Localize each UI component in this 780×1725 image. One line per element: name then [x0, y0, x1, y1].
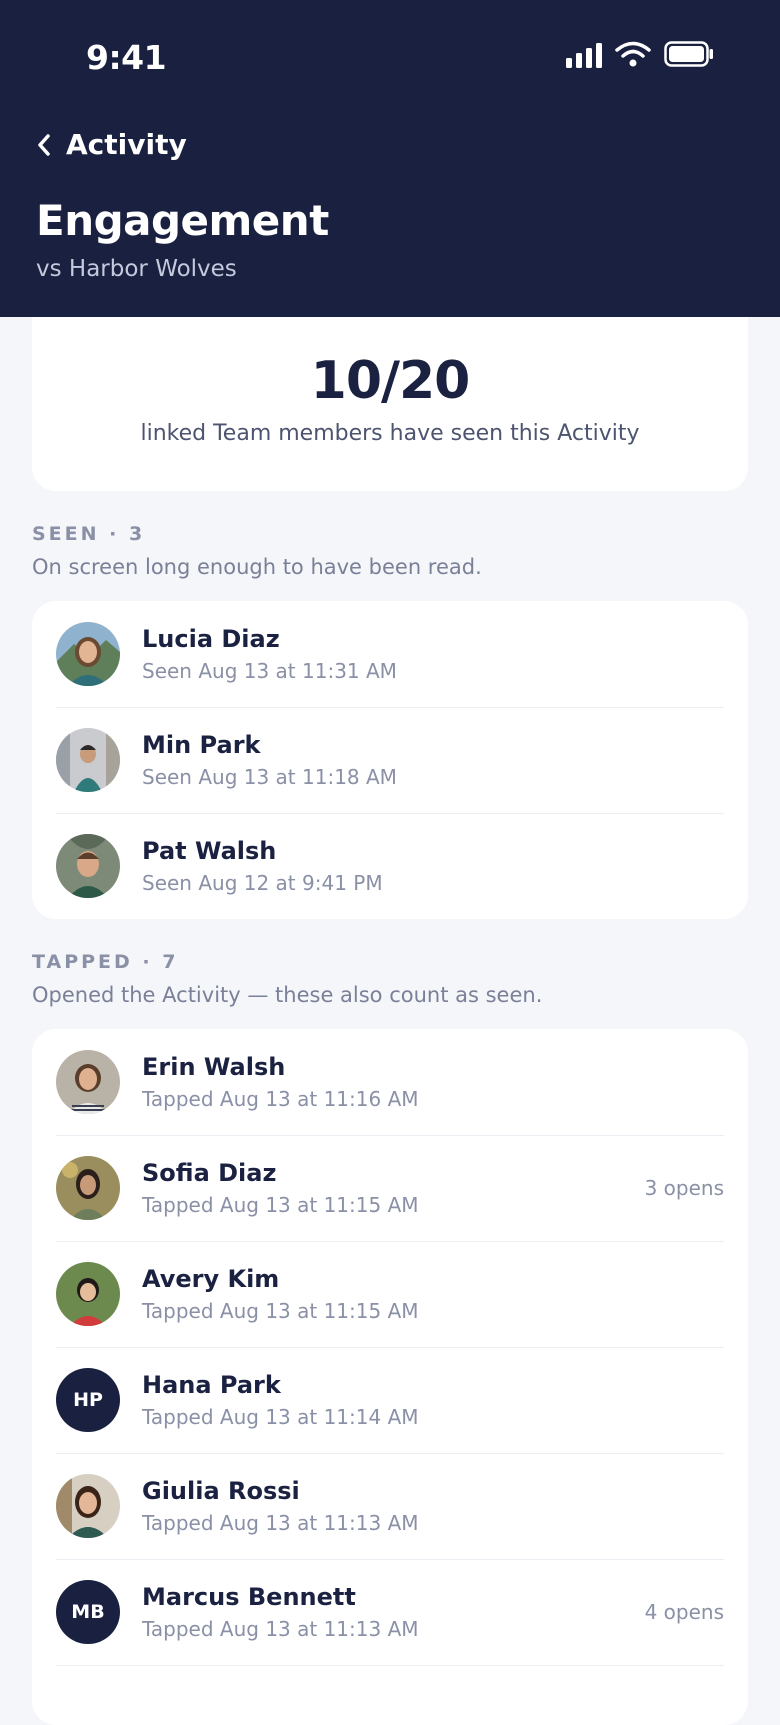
page-subtitle: vs Harbor Wolves	[36, 256, 237, 282]
summary-caption: linked Team members have seen this Activ…	[140, 421, 640, 446]
member-name: Giulia Rossi	[142, 1477, 300, 1505]
avatar: MB	[56, 1580, 120, 1644]
avatar	[56, 1474, 120, 1538]
wifi-icon	[615, 41, 651, 67]
member-name: Avery Kim	[142, 1265, 280, 1293]
avatar	[56, 622, 120, 686]
list-item[interactable]: Giulia Rossi Tapped Aug 13 at 11:13 AM	[32, 1453, 748, 1559]
member-name: Pat Walsh	[142, 837, 277, 865]
member-detail: Tapped Aug 13 at 11:15 AM	[142, 1193, 419, 1217]
list-item[interactable]: HP Hana Park Tapped Aug 13 at 11:14 AM	[32, 1347, 748, 1453]
member-name: Marcus Bennett	[142, 1583, 356, 1611]
avatar	[56, 1262, 120, 1326]
status-icons	[566, 40, 714, 68]
cellular-signal-icon	[566, 40, 602, 68]
list-item[interactable]	[32, 1665, 748, 1725]
member-name: Erin Walsh	[142, 1053, 286, 1081]
member-name: Sofia Diaz	[142, 1159, 277, 1187]
list-item[interactable]: Lucia Diaz Seen Aug 13 at 11:31 AM	[32, 601, 748, 707]
member-detail: Seen Aug 13 at 11:18 AM	[142, 765, 397, 789]
member-detail: Seen Aug 13 at 11:31 AM	[142, 659, 397, 683]
member-detail: Tapped Aug 13 at 11:13 AM	[142, 1511, 419, 1535]
status-bar: 9:41	[0, 0, 780, 115]
seen-section-description: On screen long enough to have been read.	[32, 555, 482, 579]
tapped-list: Erin Walsh Tapped Aug 13 at 11:16 AM Sof…	[32, 1029, 748, 1725]
member-name: Min Park	[142, 731, 261, 759]
seen-section-header: SEEN · 3 On screen long enough to have b…	[32, 523, 748, 579]
list-item[interactable]: Avery Kim Tapped Aug 13 at 11:15 AM	[32, 1241, 748, 1347]
avatar	[56, 834, 120, 898]
summary-value: 10/20	[310, 351, 471, 411]
list-item[interactable]: Min Park Seen Aug 13 at 11:18 AM	[32, 707, 748, 813]
avatar: HP	[56, 1368, 120, 1432]
member-detail: Tapped Aug 13 at 11:15 AM	[142, 1299, 419, 1323]
member-detail: Seen Aug 12 at 9:41 PM	[142, 871, 383, 895]
member-detail: Tapped Aug 13 at 11:14 AM	[142, 1405, 419, 1429]
status-time: 9:41	[86, 38, 167, 77]
avatar	[56, 728, 120, 792]
seen-section-label: SEEN · 3	[32, 523, 146, 545]
tapped-section-description: Opened the Activity — these also count a…	[32, 983, 543, 1007]
list-item[interactable]: MB Marcus Bennett Tapped Aug 13 at 11:13…	[32, 1559, 748, 1665]
chevron-left-icon	[38, 133, 50, 156]
back-button[interactable]: Activity	[36, 128, 187, 161]
page-title: Engagement	[36, 196, 329, 245]
seen-list: Lucia Diaz Seen Aug 13 at 11:31 AM Min P…	[32, 601, 748, 919]
tapped-section-label: TAPPED · 7	[32, 951, 179, 973]
avatar	[56, 1156, 120, 1220]
list-item[interactable]: Pat Walsh Seen Aug 12 at 9:41 PM	[32, 813, 748, 919]
open-count: 3 opens	[644, 1176, 724, 1200]
list-item[interactable]: Sofia Diaz Tapped Aug 13 at 11:15 AM 3 o…	[32, 1135, 748, 1241]
member-name: Hana Park	[142, 1371, 281, 1399]
open-count: 4 opens	[644, 1600, 724, 1624]
member-detail: Tapped Aug 13 at 11:16 AM	[142, 1087, 419, 1111]
tapped-section-header: TAPPED · 7 Opened the Activity — these a…	[32, 951, 748, 1007]
header: 9:41 Activity Engagement vs Harbor Wolve…	[0, 0, 780, 317]
avatar	[56, 1050, 120, 1114]
member-name: Lucia Diaz	[142, 625, 280, 653]
back-label: Activity	[66, 128, 187, 161]
list-item[interactable]: Erin Walsh Tapped Aug 13 at 11:16 AM	[32, 1029, 748, 1135]
summary-card: 10/20 linked Team members have seen this…	[32, 317, 748, 491]
member-detail: Tapped Aug 13 at 11:13 AM	[142, 1617, 419, 1641]
battery-icon	[664, 41, 713, 67]
